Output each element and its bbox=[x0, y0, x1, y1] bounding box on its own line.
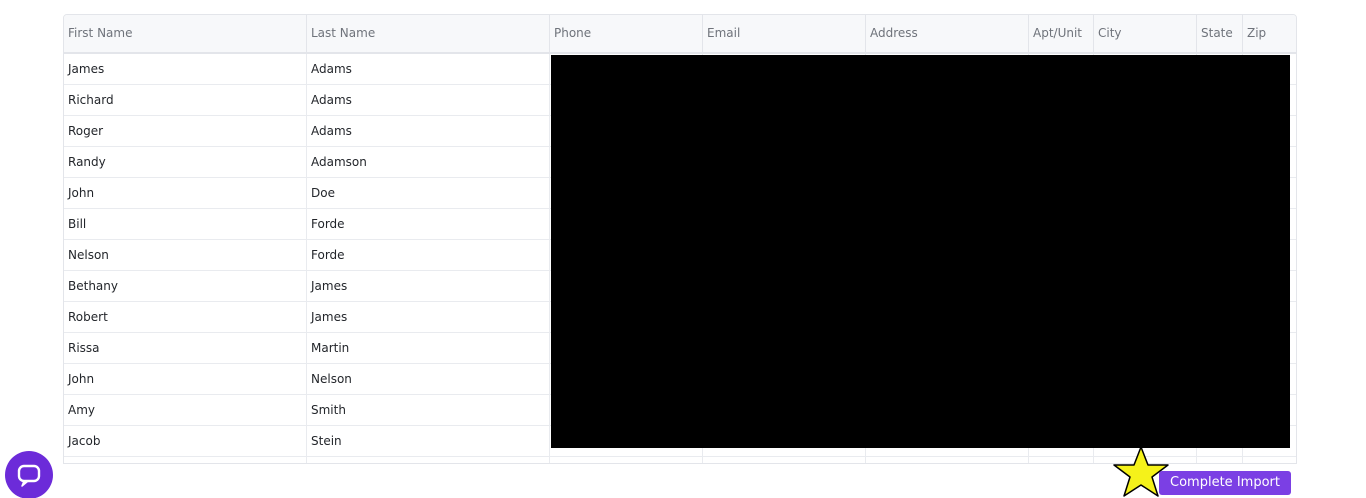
cell-first-name: Nelson bbox=[64, 240, 307, 270]
cell-first-name: Richard bbox=[64, 85, 307, 115]
cell-last-name: Adams bbox=[307, 116, 550, 146]
cell-last-name: James bbox=[307, 271, 550, 301]
cell-first-name: John bbox=[64, 364, 307, 394]
cell-first-name: Jacob bbox=[64, 426, 307, 456]
cell-last-name: Forde bbox=[307, 240, 550, 270]
cell-last-name: James bbox=[307, 302, 550, 332]
table-header-row: First Name Last Name Phone Email Address… bbox=[64, 15, 1296, 54]
cell-first-name: Rissa bbox=[64, 333, 307, 363]
cell-last-name: Adamson bbox=[307, 147, 550, 177]
cell-first-name: Robert bbox=[64, 302, 307, 332]
column-header-apt-unit[interactable]: Apt/Unit bbox=[1029, 15, 1094, 52]
cell-last-name: Smith bbox=[307, 395, 550, 425]
column-header-city[interactable]: City bbox=[1094, 15, 1197, 52]
complete-import-button[interactable]: Complete Import bbox=[1159, 471, 1291, 495]
cell-last-name: Adams bbox=[307, 85, 550, 115]
cell-last-name: Forde bbox=[307, 209, 550, 239]
column-header-email[interactable]: Email bbox=[703, 15, 866, 52]
cell-first-name: Bethany bbox=[64, 271, 307, 301]
column-header-first-name[interactable]: First Name bbox=[64, 15, 307, 52]
cell-first-name: Amy bbox=[64, 395, 307, 425]
cell-last-name: Nelson bbox=[307, 364, 550, 394]
chat-bubble-icon bbox=[17, 464, 41, 487]
import-review-page: First Name Last Name Phone Email Address… bbox=[0, 0, 1366, 498]
column-header-phone[interactable]: Phone bbox=[550, 15, 703, 52]
cell-email bbox=[703, 457, 866, 463]
chat-widget-button[interactable] bbox=[5, 451, 53, 498]
cell-state bbox=[1197, 457, 1243, 463]
column-header-state[interactable]: State bbox=[1197, 15, 1243, 52]
redacted-region bbox=[551, 55, 1290, 448]
cell-last-name: Doe bbox=[307, 178, 550, 208]
cell-apt-unit bbox=[1029, 457, 1094, 463]
cell-last-name: Martin bbox=[307, 333, 550, 363]
cell-first-name: James bbox=[64, 54, 307, 84]
cell-first-name: Randy bbox=[64, 147, 307, 177]
cell-first-name: John bbox=[64, 178, 307, 208]
cell-zip bbox=[1243, 457, 1296, 463]
cell-last-name: Adams bbox=[307, 54, 550, 84]
cell-first-name: Bill bbox=[64, 209, 307, 239]
cell-first-name bbox=[64, 457, 307, 463]
column-header-address[interactable]: Address bbox=[866, 15, 1029, 52]
column-header-zip[interactable]: Zip bbox=[1243, 15, 1296, 52]
cell-first-name: Roger bbox=[64, 116, 307, 146]
cell-last-name: Stein bbox=[307, 426, 550, 456]
cell-last-name bbox=[307, 457, 550, 463]
cell-address bbox=[866, 457, 1029, 463]
column-header-last-name[interactable]: Last Name bbox=[307, 15, 550, 52]
cell-phone bbox=[550, 457, 703, 463]
